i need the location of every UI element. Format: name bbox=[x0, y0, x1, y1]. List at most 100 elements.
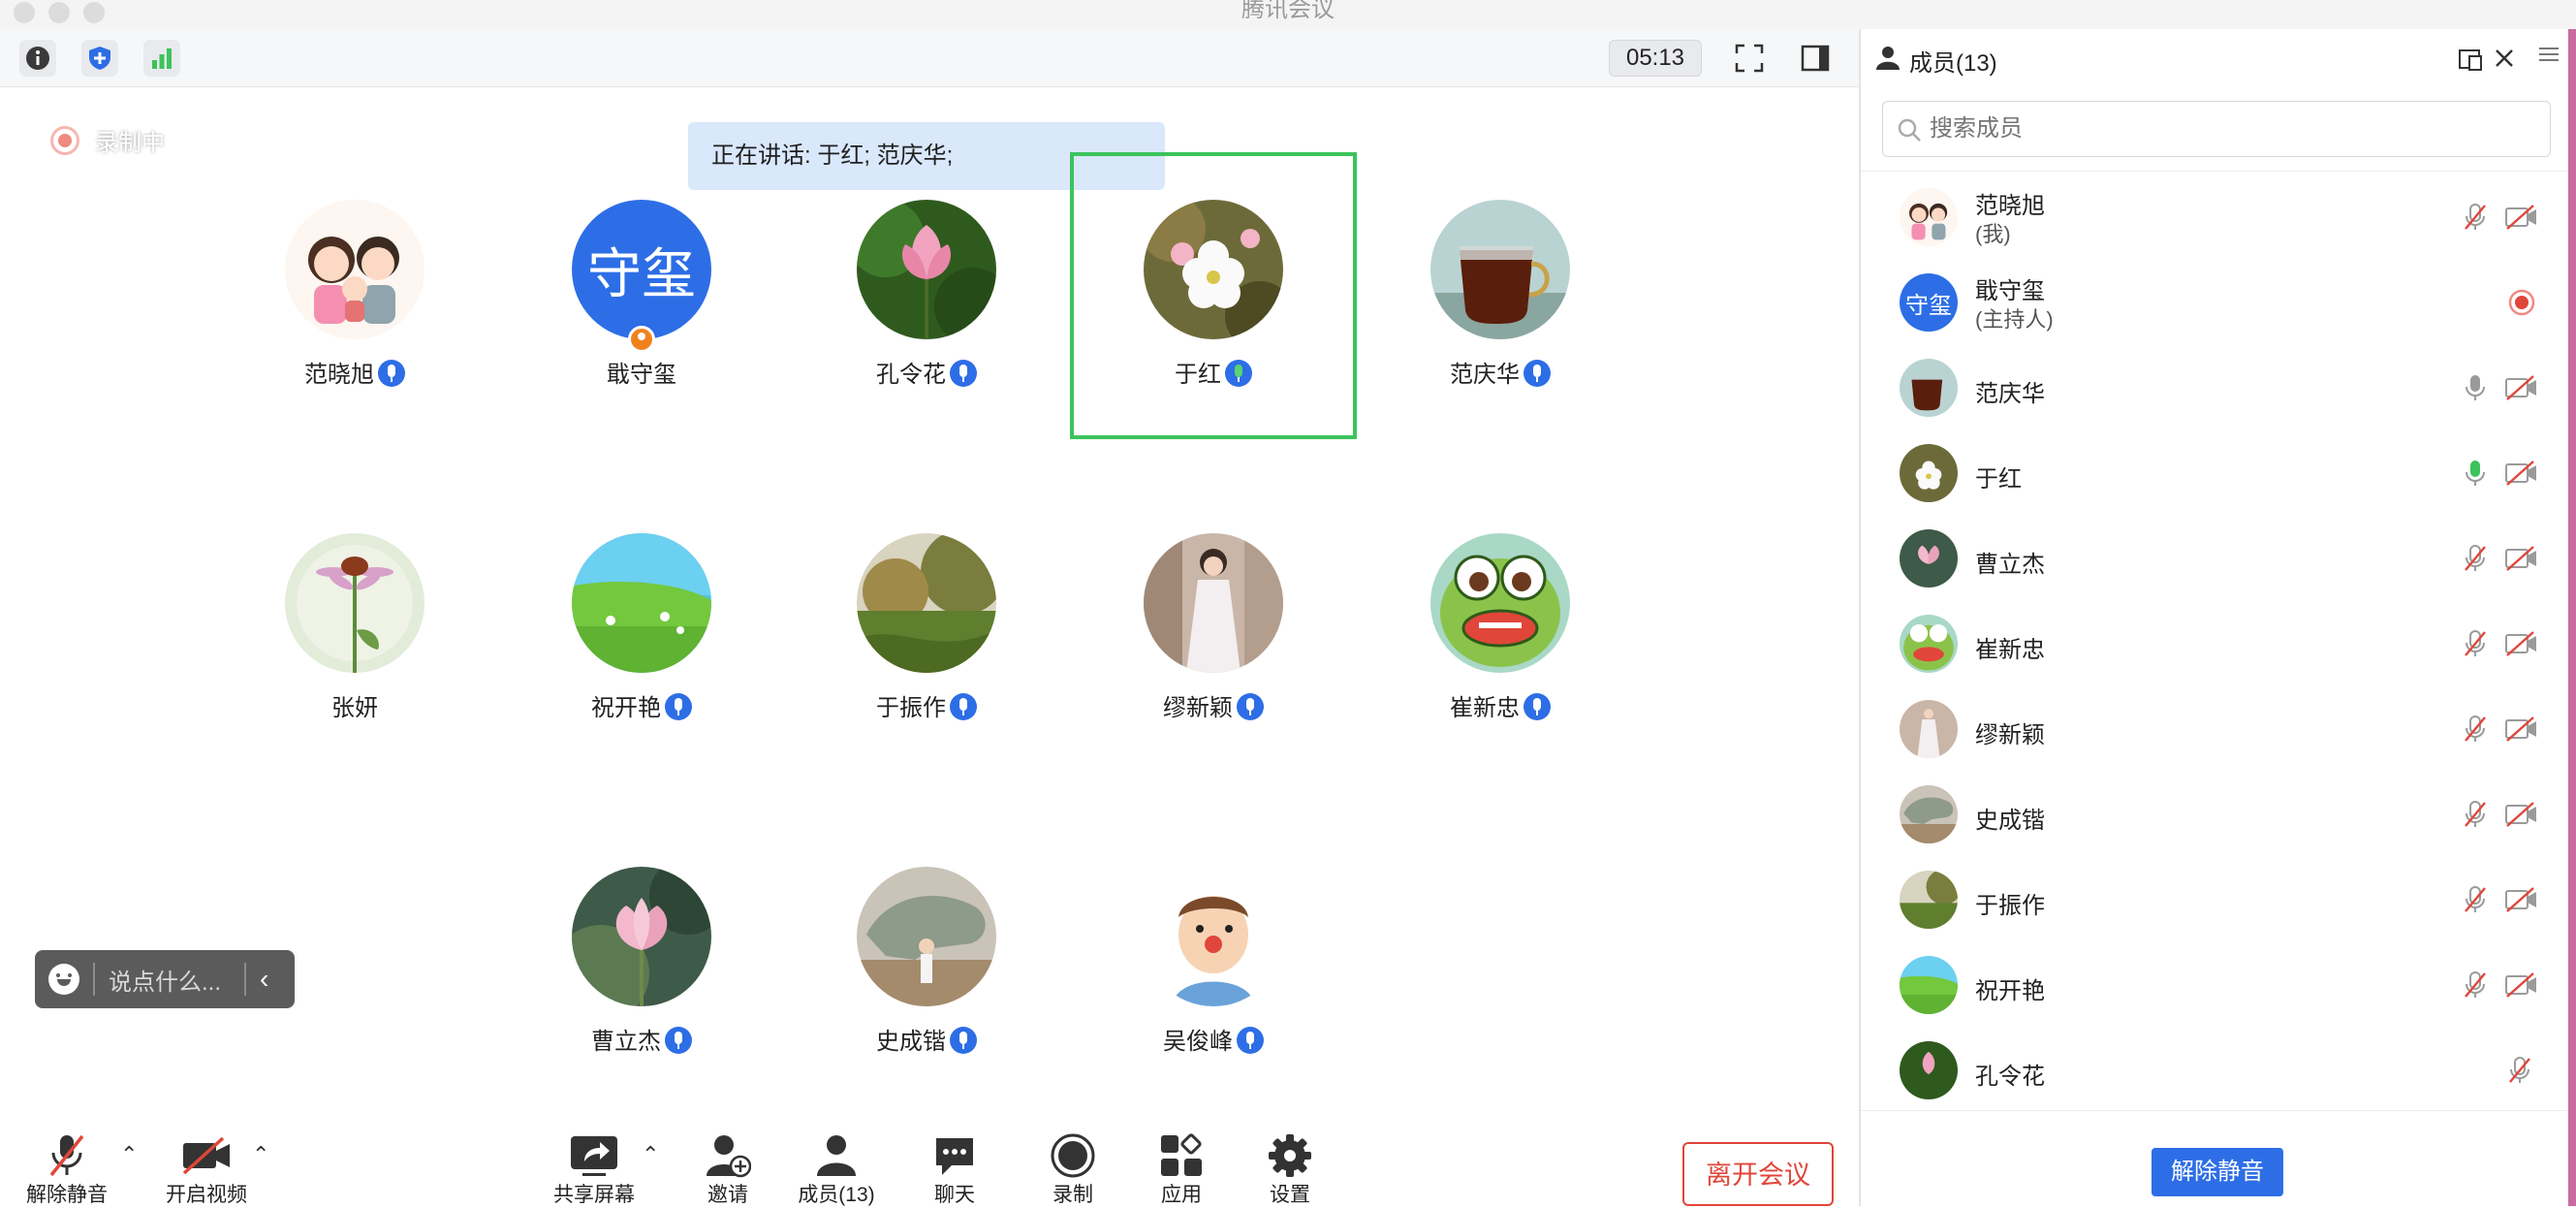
quick-chat-input[interactable]: 说点什么... ‹ bbox=[35, 950, 295, 1008]
mic-on-icon bbox=[950, 360, 977, 387]
popout-window-icon[interactable] bbox=[2458, 47, 2483, 72]
participant-name: 孔令花 bbox=[876, 362, 946, 388]
green-meadow-avatar bbox=[1900, 956, 1958, 1014]
info-button[interactable] bbox=[19, 40, 56, 77]
member-name: 祝开艳 bbox=[1975, 978, 2045, 1004]
member-role: (我) bbox=[1975, 222, 2011, 246]
start-video-button[interactable]: 开启视频 bbox=[153, 1130, 260, 1208]
camera-off-icon[interactable] bbox=[2504, 204, 2539, 231]
member-row[interactable]: 范庆华 bbox=[1861, 345, 2568, 430]
member-search-input[interactable] bbox=[1930, 110, 2511, 148]
camera-off-icon[interactable] bbox=[2504, 801, 2539, 828]
member-name: 范庆华 bbox=[1975, 381, 2045, 407]
member-row[interactable]: 孔令花 bbox=[1861, 1028, 2568, 1113]
member-row[interactable]: 崔新忠 bbox=[1861, 601, 2568, 686]
participant-name: 曹立杰 bbox=[591, 1029, 661, 1055]
fullscreen-icon bbox=[1735, 44, 1764, 73]
members-button[interactable]: 成员(13) bbox=[783, 1130, 890, 1208]
members-panel-title: 成员(13) bbox=[1909, 50, 1997, 77]
camera-off-icon[interactable] bbox=[2504, 715, 2539, 743]
mic-on-icon bbox=[1237, 1027, 1264, 1054]
share-screen-icon bbox=[571, 1136, 617, 1176]
meeting-top-bar: 05:13 bbox=[0, 29, 1859, 87]
network-stats-button[interactable] bbox=[143, 40, 180, 77]
title-bar: 腾讯会议 bbox=[0, 0, 2576, 29]
member-row[interactable]: 于振作 bbox=[1861, 857, 2568, 942]
member-row[interactable]: 曹立杰 bbox=[1861, 516, 2568, 601]
camera-off-icon[interactable] bbox=[2504, 886, 2539, 913]
mic-muted-icon[interactable] bbox=[2460, 714, 2491, 745]
recording-indicator: 录制中 bbox=[50, 123, 165, 157]
unmute-all-button[interactable]: 解除静音 bbox=[2152, 1148, 2283, 1196]
member-name: 范晓旭 bbox=[1975, 193, 2045, 219]
camera-off-icon bbox=[182, 1136, 230, 1175]
member-row[interactable]: 祝开艳 bbox=[1861, 942, 2568, 1028]
member-name: 缪新颖 bbox=[1975, 722, 2045, 748]
lotus-bud-avatar bbox=[1900, 529, 1958, 588]
participant-name: 吴俊峰 bbox=[1163, 1029, 1233, 1055]
participant-name: 范晓旭 bbox=[304, 362, 374, 388]
collapse-chevron-icon[interactable]: ‹ bbox=[260, 964, 268, 995]
member-name: 于红 bbox=[1975, 466, 2022, 493]
mic-muted-icon[interactable] bbox=[2504, 1055, 2535, 1086]
participant-name: 于振作 bbox=[876, 695, 946, 721]
member-row[interactable]: 于红 bbox=[1861, 430, 2568, 516]
invite-user-icon bbox=[707, 1135, 751, 1178]
menu-icon[interactable] bbox=[2539, 45, 2559, 64]
member-name: 于振作 bbox=[1975, 893, 2045, 919]
toggle-sidebar-button[interactable] bbox=[1797, 40, 1834, 77]
mic-muted-icon[interactable] bbox=[2460, 202, 2491, 233]
member-name: 曹立杰 bbox=[1975, 552, 2045, 578]
pink-lotus-avatar bbox=[857, 200, 996, 339]
member-row[interactable]: 缪新颖 bbox=[1861, 686, 2568, 772]
leave-meeting-button[interactable]: 离开会议 bbox=[1682, 1142, 1834, 1206]
settings-button[interactable]: 设置 bbox=[1237, 1130, 1343, 1208]
share-options-chevron-icon[interactable]: ⌃ bbox=[642, 1142, 659, 1167]
lotus-bud-avatar bbox=[572, 867, 711, 1006]
participant-name: 缪新颖 bbox=[1163, 695, 1233, 721]
member-row[interactable]: 守玺 戢守玺 (主持人) bbox=[1861, 260, 2568, 345]
invite-button[interactable]: 邀请 bbox=[675, 1130, 781, 1208]
close-panel-icon[interactable] bbox=[2493, 47, 2516, 70]
dinosaur-statue-avatar bbox=[1900, 785, 1958, 843]
chat-placeholder[interactable]: 说点什么... bbox=[109, 963, 235, 997]
unmute-button[interactable]: 解除静音 bbox=[14, 1130, 120, 1208]
video-options-chevron-icon[interactable]: ⌃ bbox=[252, 1142, 269, 1167]
camera-off-icon[interactable] bbox=[2504, 630, 2539, 657]
mic-muted-icon[interactable] bbox=[2460, 970, 2491, 1001]
audio-options-chevron-icon[interactable]: ⌃ bbox=[120, 1142, 138, 1167]
mic-speaking-icon[interactable] bbox=[2460, 458, 2491, 489]
cartoon-frog-avatar bbox=[1900, 615, 1958, 673]
mic-on-icon bbox=[950, 693, 977, 720]
girl-white-dress-avatar bbox=[1144, 533, 1283, 673]
apps-grid-icon bbox=[1161, 1133, 1202, 1176]
camera-off-icon[interactable] bbox=[2504, 374, 2539, 401]
window-edge bbox=[2568, 29, 2576, 1206]
mic-muted-icon[interactable] bbox=[2460, 799, 2491, 830]
camera-off-icon[interactable] bbox=[2504, 545, 2539, 572]
emoji-icon[interactable] bbox=[48, 964, 79, 995]
record-button[interactable]: 录制 bbox=[1020, 1130, 1126, 1208]
mic-muted-icon[interactable] bbox=[2460, 543, 2491, 574]
camera-off-icon[interactable] bbox=[2504, 460, 2539, 487]
coneflower-avatar bbox=[285, 533, 424, 673]
fullscreen-button[interactable] bbox=[1731, 40, 1768, 77]
white-flower-avatar bbox=[1900, 444, 1958, 502]
camera-off-icon[interactable] bbox=[2504, 971, 2539, 999]
share-screen-button[interactable]: 共享屏幕 bbox=[541, 1130, 647, 1208]
member-search-field[interactable] bbox=[1882, 101, 2551, 157]
chat-button[interactable]: 聊天 bbox=[901, 1130, 1008, 1208]
participant-name: 戢守玺 bbox=[607, 362, 676, 388]
mic-muted-icon[interactable] bbox=[2460, 884, 2491, 915]
security-button[interactable] bbox=[81, 40, 118, 77]
member-row[interactable]: 范晓旭 (我) bbox=[1861, 175, 2568, 260]
pink-lotus-avatar bbox=[1900, 1041, 1958, 1099]
mic-on-icon[interactable] bbox=[2460, 372, 2491, 403]
mic-muted-icon[interactable] bbox=[2460, 628, 2491, 659]
meeting-area: 05:13 录制中 正在讲话: 于红; 范庆华; 范晓旭 守玺 戢守玺 孔令花 bbox=[0, 29, 1859, 1206]
participant-name: 崔新忠 bbox=[1450, 695, 1520, 721]
member-row[interactable]: 史成锴 bbox=[1861, 772, 2568, 857]
mic-on-icon bbox=[665, 1027, 692, 1054]
apps-button[interactable]: 应用 bbox=[1128, 1130, 1235, 1208]
sidebar-layout-icon bbox=[1801, 45, 1830, 72]
